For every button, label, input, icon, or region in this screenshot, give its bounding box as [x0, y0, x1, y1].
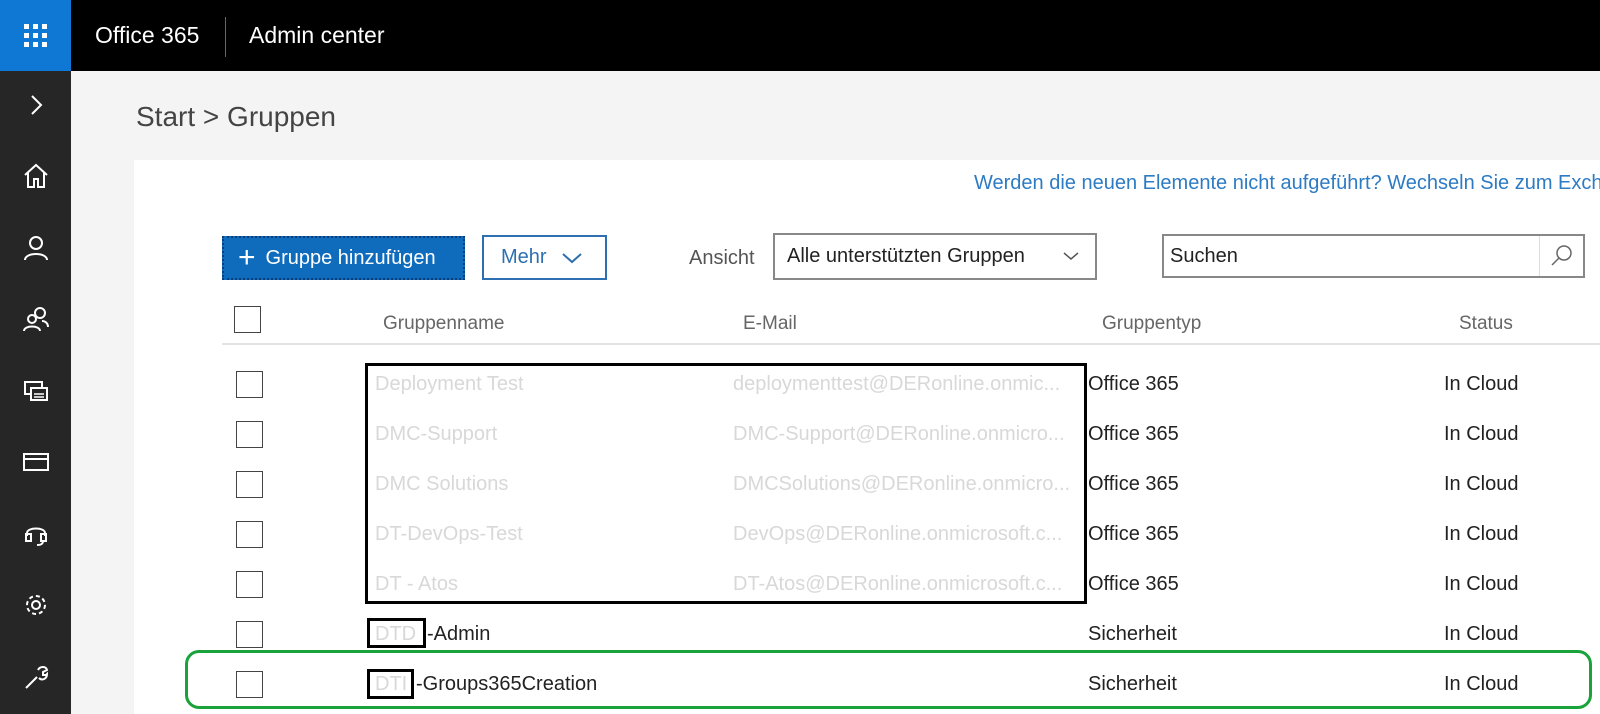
- select-all-checkbox[interactable]: [234, 306, 261, 333]
- group-email: deploymenttest@DERonline.onmic...: [733, 373, 1061, 395]
- row-checkbox[interactable]: [236, 421, 263, 448]
- table-row[interactable]: DTD -Admin Sicherheit In Cloud: [222, 620, 1600, 670]
- left-nav-rail: [0, 71, 71, 714]
- group-name[interactable]: DT - Atos: [375, 573, 715, 596]
- group-name[interactable]: DMC Solutions: [375, 473, 715, 496]
- setup-wrench-icon: [24, 666, 48, 689]
- more-label: Mehr: [501, 246, 547, 268]
- group-status: In Cloud: [1444, 573, 1519, 595]
- table-row[interactable]: Deployment Test deploymenttest@DERonline…: [222, 370, 1600, 420]
- settings-gear-icon: [25, 595, 46, 615]
- chevron-down-icon: [1063, 252, 1079, 260]
- group-type: Sicherheit: [1088, 623, 1177, 645]
- table-row[interactable]: DMC Solutions DMCSolutions@DERonline.onm…: [222, 470, 1600, 520]
- group-name[interactable]: DMC-Support: [375, 423, 715, 446]
- row-checkbox[interactable]: [236, 571, 263, 598]
- breadcrumb: Start > Gruppen: [136, 101, 337, 132]
- group-type: Office 365: [1088, 473, 1179, 495]
- nav-settings[interactable]: [0, 573, 71, 637]
- group-name-prefix: DTI: [375, 673, 408, 695]
- add-group-label: Gruppe hinzufügen: [265, 246, 436, 269]
- nav-devices[interactable]: [0, 359, 71, 423]
- row-checkbox[interactable]: [236, 671, 263, 698]
- group-type: Office 365: [1088, 423, 1179, 445]
- waffle-icon: [24, 24, 47, 47]
- nav-users[interactable]: [0, 216, 71, 280]
- group-status: In Cloud: [1444, 673, 1519, 695]
- table-header: Gruppenname E-Mail Gruppentyp Status: [222, 303, 1600, 345]
- group-status: In Cloud: [1444, 523, 1519, 545]
- search-button[interactable]: [1539, 236, 1583, 276]
- nav-groups[interactable]: [0, 287, 71, 351]
- top-bar: Office 365 Admin center: [0, 0, 1600, 71]
- plus-icon: +: [238, 241, 256, 274]
- home-icon: [23, 163, 48, 188]
- search-icon: [1550, 245, 1572, 266]
- column-header-status[interactable]: Status: [1459, 313, 1513, 335]
- chevron-down-icon: [561, 252, 582, 263]
- add-group-button[interactable]: + Gruppe hinzufügen: [222, 236, 465, 280]
- user-icon: [23, 236, 48, 261]
- view-filter-dropdown[interactable]: Alle unterstützten Gruppen: [773, 233, 1097, 280]
- group-name[interactable]: -Admin: [427, 623, 490, 646]
- view-filter-value: Alle unterstützten Gruppen: [787, 245, 1025, 267]
- table-row[interactable]: DT - Atos DT-Atos@DERonline.onmicrosoft.…: [222, 570, 1600, 620]
- search-box: [1162, 234, 1585, 278]
- group-status: In Cloud: [1444, 473, 1519, 495]
- table-row[interactable]: DMC-Support DMC-Support@DERonline.onmicr…: [222, 420, 1600, 470]
- group-name[interactable]: Deployment Test: [375, 373, 715, 396]
- nav-setup[interactable]: [0, 645, 71, 709]
- exchange-notice-link[interactable]: Werden die neuen Elemente nicht aufgefüh…: [974, 172, 1600, 195]
- row-checkbox[interactable]: [236, 471, 263, 498]
- nav-home[interactable]: [0, 144, 71, 208]
- billing-card-icon: [22, 453, 49, 471]
- search-input[interactable]: [1170, 244, 1530, 268]
- group-email: DevOps@DERonline.onmicrosoft.c...: [733, 523, 1063, 545]
- brand-divider: [225, 17, 226, 57]
- group-type: Sicherheit: [1088, 673, 1177, 695]
- group-status: In Cloud: [1444, 423, 1519, 445]
- expand-nav-button[interactable]: [0, 73, 71, 137]
- group-name-prefix: DTD: [375, 623, 417, 645]
- row-checkbox[interactable]: [236, 371, 263, 398]
- app-launcher-button[interactable]: [0, 0, 71, 71]
- group-email: DMCSolutions@DERonline.onmicro...: [733, 473, 1071, 495]
- group-status: In Cloud: [1444, 373, 1519, 395]
- column-header-type[interactable]: Gruppentyp: [1102, 313, 1201, 335]
- row-checkbox[interactable]: [236, 521, 263, 548]
- group-type: Office 365: [1088, 373, 1179, 395]
- groups-icon: [22, 307, 49, 332]
- table-row[interactable]: DT-DevOps-Test DevOps@DERonline.onmicros…: [222, 520, 1600, 570]
- column-header-name[interactable]: Gruppenname: [383, 313, 504, 335]
- table-row[interactable]: DTI -Groups365Creation Sicherheit In Clo…: [222, 670, 1600, 714]
- support-headset-icon: [24, 527, 47, 546]
- column-header-email[interactable]: E-Mail: [743, 313, 797, 335]
- devices-icon: [23, 381, 48, 401]
- group-email: DMC-Support@DERonline.onmicro...: [733, 423, 1065, 445]
- group-type: Office 365: [1088, 573, 1179, 595]
- nav-billing[interactable]: [0, 430, 71, 494]
- chevron-right-icon: [30, 95, 42, 115]
- group-type: Office 365: [1088, 523, 1179, 545]
- group-status: In Cloud: [1444, 623, 1519, 645]
- nav-support[interactable]: [0, 502, 71, 566]
- brand-title[interactable]: Office 365: [95, 0, 199, 71]
- group-email: DT-Atos@DERonline.onmicrosoft.c...: [733, 573, 1063, 595]
- group-name[interactable]: -Groups365Creation: [416, 673, 597, 696]
- row-checkbox[interactable]: [236, 621, 263, 648]
- group-name[interactable]: DT-DevOps-Test: [375, 523, 715, 546]
- more-button[interactable]: Mehr: [482, 235, 607, 280]
- app-title[interactable]: Admin center: [249, 0, 385, 71]
- view-label: Ansicht: [689, 247, 755, 269]
